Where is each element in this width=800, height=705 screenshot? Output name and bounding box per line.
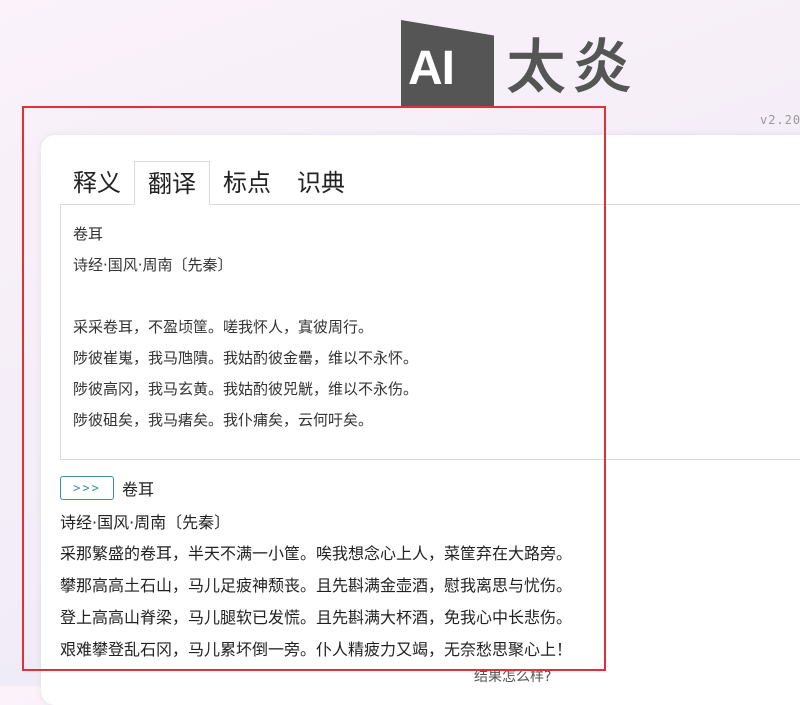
result-source: 诗经·国风·周南〔先秦〕 [60, 513, 231, 532]
logo-ai-text: AI [408, 42, 455, 95]
tab-punctuation[interactable]: 标点 [210, 161, 284, 205]
result-line-2: 攀那高高土石山，马儿足疲神颓丧。且先斟满金壶酒，慰我离思与忧伤。 [60, 576, 573, 595]
run-translation-button[interactable]: >>> [60, 476, 114, 500]
tab-bar: 释义 翻译 标点 识典 [60, 161, 358, 205]
logo-ai-badge: AI [401, 20, 494, 106]
result-title: 卷耳 [122, 480, 155, 499]
input-line-blank [73, 281, 800, 312]
feedback-link[interactable]: 结果怎么样? [474, 666, 551, 686]
input-line-stanza-3: 陟彼高冈，我马玄黄。我姑酌彼兕觥，维以不永伤。 [73, 380, 419, 398]
tab-definition[interactable]: 释义 [60, 161, 134, 205]
app-logo: AI 太炎 [401, 20, 641, 106]
version-label: v2.20 [760, 113, 800, 127]
source-text-input[interactable]: 卷耳 诗经·国风·周南〔先秦〕 采采卷耳，不盈顷筐。嗟我怀人，寘彼周行。 陟彼崔… [60, 204, 800, 460]
input-line-title: 卷耳 [73, 225, 104, 243]
input-line-stanza-4: 陟彼砠矣，我马瘏矣。我仆痡矣，云何吁矣。 [73, 411, 374, 429]
result-line-1: 采那繁盛的卷耳，半天不满一小筐。唉我想念心上人，菜筐弃在大路旁。 [60, 544, 573, 563]
result-line-3: 登上高高山脊梁，马儿腿软已发慌。且先斟满大杯酒，免我心中长悲伤。 [60, 608, 573, 627]
input-line-stanza-1: 采采卷耳，不盈顷筐。嗟我怀人，寘彼周行。 [73, 318, 374, 336]
input-line-source: 诗经·国风·周南〔先秦〕 [73, 256, 233, 274]
result-line-4: 艰难攀登乱石冈，马儿累坏倒一旁。仆人精疲力又竭，无奈愁思聚心上！ [60, 640, 573, 659]
input-line-stanza-2: 陟彼崔嵬，我马虺隤。我姑酌彼金罍，维以不永怀。 [73, 349, 419, 367]
translation-result: 诗经·国风·周南〔先秦〕 采那繁盛的卷耳，半天不满一小筐。唉我想念心上人，菜筐弃… [60, 508, 572, 666]
result-header: >>> 卷耳 [60, 476, 154, 500]
main-card: 释义 翻译 标点 识典 卷耳 诗经·国风·周南〔先秦〕 采采卷耳，不盈顷筐。嗟我… [41, 135, 800, 705]
tab-translation[interactable]: 翻译 [134, 161, 210, 205]
tab-shidian[interactable]: 识典 [284, 161, 358, 205]
logo-name: 太炎 [507, 33, 640, 101]
